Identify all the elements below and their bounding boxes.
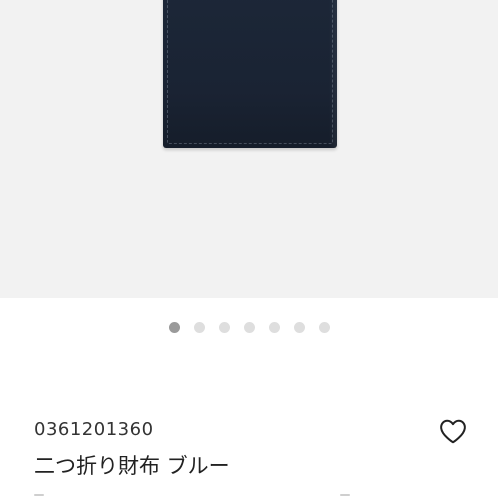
product-sku: 0361201360 [34, 419, 154, 440]
pagination-dot-3[interactable] [218, 321, 230, 333]
content-peek-left [34, 494, 44, 496]
product-title: 二つ折り財布 ブルー [34, 454, 230, 478]
product-detail-page: 0361201360 二つ折り財布 ブルー [0, 0, 498, 498]
product-image-gallery[interactable] [0, 0, 498, 298]
pagination-dot-2[interactable] [193, 321, 205, 333]
favorite-button[interactable] [436, 414, 470, 448]
pagination-dot-7[interactable] [318, 321, 330, 333]
pagination-dot-5[interactable] [268, 321, 280, 333]
heart-outline-icon [440, 419, 466, 444]
pagination-dot-4[interactable] [243, 321, 255, 333]
content-peek-right [340, 494, 350, 496]
pagination-dot-6[interactable] [293, 321, 305, 333]
gallery-pagination [0, 320, 498, 334]
wallet-edge-highlight [329, 0, 337, 148]
wallet-product-image [163, 0, 337, 148]
pagination-dot-1[interactable] [168, 321, 180, 333]
